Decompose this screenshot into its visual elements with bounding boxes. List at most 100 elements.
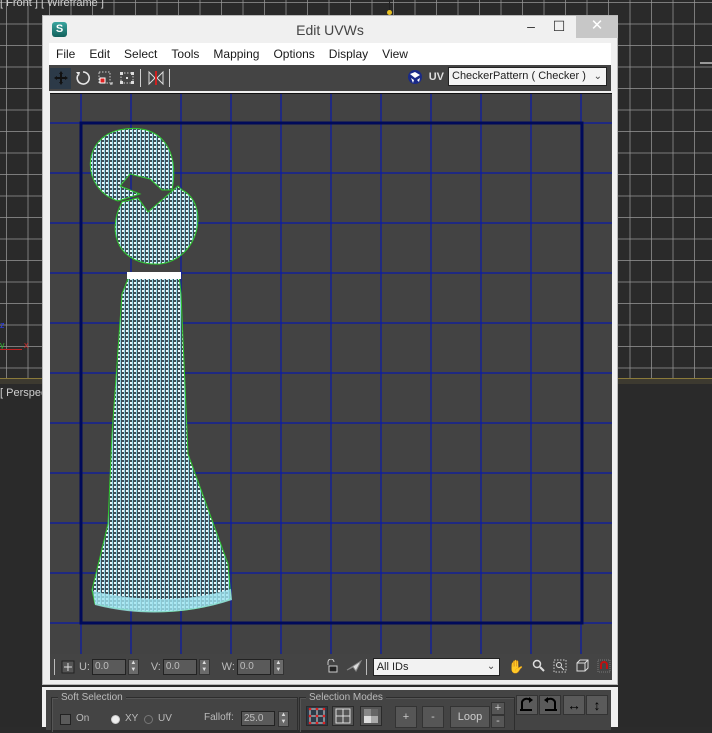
paint-select-icon[interactable]: [346, 659, 362, 675]
rotate-button[interactable]: [72, 68, 93, 89]
vertex-mode-button[interactable]: [306, 706, 328, 726]
menu-select[interactable]: Select: [117, 47, 164, 61]
loop-grow-button[interactable]: +: [491, 702, 505, 715]
menu-mapping[interactable]: Mapping: [206, 47, 266, 61]
rotate-ccw-button[interactable]: [539, 695, 561, 715]
menu-edit[interactable]: Edit: [82, 47, 117, 61]
falloff-input[interactable]: 25.0: [241, 711, 275, 726]
v-label: V:: [150, 661, 161, 673]
front-viewport-label[interactable]: [ Front ] [ Wireframe ]: [0, 0, 104, 9]
loop-button[interactable]: Loop: [450, 706, 490, 728]
polygon-mode-button[interactable]: [360, 706, 382, 726]
loop-shrink-button[interactable]: -: [491, 715, 505, 728]
v-spinner[interactable]: ▲ ▼: [198, 659, 210, 675]
zoom-extents-icon[interactable]: [574, 659, 590, 676]
axis-z-label: z: [0, 320, 5, 330]
grow-selection-button[interactable]: +: [395, 706, 417, 728]
soft-selection-group: Soft Selection On XY UV Falloff: 25.0 ▲ ▼: [51, 692, 298, 733]
minimize-button[interactable]: –: [517, 16, 545, 38]
uv-canvas[interactable]: [50, 94, 612, 661]
lock-selection-icon[interactable]: [324, 658, 340, 676]
uv-shell-upper-fan: [89, 127, 175, 202]
material-id-value: All IDs: [376, 661, 409, 673]
uv-rollout-panel: Soft Selection On XY UV Falloff: 25.0 ▲ ▼…: [42, 687, 618, 733]
shrink-selection-button[interactable]: -: [422, 706, 444, 728]
uv-shell-skirt: [91, 273, 232, 613]
vertex-mode-icon: [308, 707, 326, 725]
absolute-offset-icon[interactable]: [61, 660, 75, 674]
freeform-icon: [119, 72, 134, 84]
texture-select-value: CheckerPattern ( Checker ): [452, 70, 586, 82]
menu-file[interactable]: File: [49, 47, 82, 61]
w-input[interactable]: 0.0: [236, 659, 271, 675]
soft-selection-on-label: On: [76, 713, 90, 724]
toolbar-separator: [169, 69, 170, 87]
material-id-select[interactable]: All IDs ⌄: [372, 658, 501, 676]
scale-icon: [98, 71, 112, 85]
freeform-button[interactable]: [116, 68, 137, 89]
move-icon: [53, 71, 68, 85]
transform-tools: ↔ ↕: [516, 692, 611, 730]
u-spinner[interactable]: ▲ ▼: [127, 659, 139, 675]
rotate-cw-icon: [520, 697, 533, 711]
perspective-viewport-label[interactable]: [ Perspec: [0, 387, 46, 399]
zoom-region-icon[interactable]: [552, 659, 568, 676]
falloff-label: Falloff:: [204, 712, 234, 723]
texture-select[interactable]: CheckerPattern ( Checker ) ⌄: [448, 67, 607, 86]
w-label: W:: [221, 661, 235, 673]
soft-selection-on-checkbox[interactable]: [60, 714, 71, 725]
vertical-arrow-icon: ↕: [593, 697, 601, 713]
rotate-cw-button[interactable]: [516, 695, 538, 715]
mirror-button[interactable]: [145, 68, 166, 89]
chevron-down-icon: ⌄: [486, 661, 496, 672]
menu-bar: File Edit Select Tools Mapping Options D…: [49, 43, 611, 65]
uv-radio[interactable]: [144, 715, 153, 724]
menu-view[interactable]: View: [375, 47, 415, 61]
maximize-button[interactable]: ☐: [545, 16, 573, 38]
uv-mode-label[interactable]: UV: [429, 71, 444, 83]
rotate-ccw-icon: [544, 697, 557, 711]
scale-button[interactable]: [94, 68, 115, 89]
move-button[interactable]: [50, 67, 71, 89]
polygon-mode-icon: [364, 709, 378, 723]
selection-modes-group: Selection Modes + - Loop + -: [299, 692, 515, 733]
zoom-icon[interactable]: [530, 659, 546, 675]
uv-editor-viewport[interactable]: [50, 93, 612, 661]
menu-options[interactable]: Options: [266, 47, 321, 61]
menu-display[interactable]: Display: [322, 47, 375, 61]
toolbar-separator: [140, 69, 141, 87]
edge-mode-button[interactable]: [332, 706, 354, 726]
pan-hand-icon[interactable]: ✋: [508, 659, 524, 675]
uv-toolbar: UV CheckerPattern ( Checker ) ⌄: [49, 65, 611, 91]
xy-radio[interactable]: [111, 715, 120, 724]
axis-x-label: x: [24, 340, 29, 350]
checker-map-icon[interactable]: [407, 69, 423, 85]
viewport-marker: [700, 62, 712, 64]
uv-shell-waistband: [127, 272, 181, 279]
xy-label: XY: [125, 713, 139, 724]
snap-toggle-icon[interactable]: [596, 659, 612, 676]
uv-label: UV: [158, 713, 172, 724]
selection-modes-title: Selection Modes: [306, 692, 386, 703]
edge-mode-icon: [335, 708, 351, 724]
menu-tools[interactable]: Tools: [164, 47, 206, 61]
falloff-spinner[interactable]: ▲ ▼: [278, 711, 289, 727]
horizontal-arrow-icon: ↔: [567, 697, 581, 713]
flip-vertical-button[interactable]: ↕: [586, 695, 608, 715]
v-input[interactable]: 0.0: [162, 659, 197, 675]
rotate-icon: [75, 71, 90, 85]
close-button[interactable]: ✕: [576, 16, 618, 38]
u-label: U:: [78, 661, 90, 673]
soft-selection-title: Soft Selection: [58, 692, 126, 703]
flip-horizontal-button[interactable]: ↔: [563, 695, 585, 715]
title-bar[interactable]: S Edit UVWs – ☐ ✕: [43, 16, 618, 43]
bottombar-separator: [54, 659, 55, 675]
bottombar-separator: [365, 659, 367, 675]
edit-uvws-window: S Edit UVWs – ☐ ✕ File Edit Select Tools…: [42, 15, 618, 685]
axis-x-line: [0, 349, 22, 350]
w-spinner[interactable]: ▲ ▼: [272, 659, 284, 675]
u-input[interactable]: 0.0: [91, 659, 126, 675]
uv-bottom-bar: U: 0.0 ▲ ▼ V: 0.0 ▲ ▼ W: 0.0 ▲ ▼ All IDs ⌄ …: [50, 654, 612, 680]
mirror-icon: [148, 70, 163, 86]
chevron-down-icon: ⌄: [593, 71, 602, 82]
